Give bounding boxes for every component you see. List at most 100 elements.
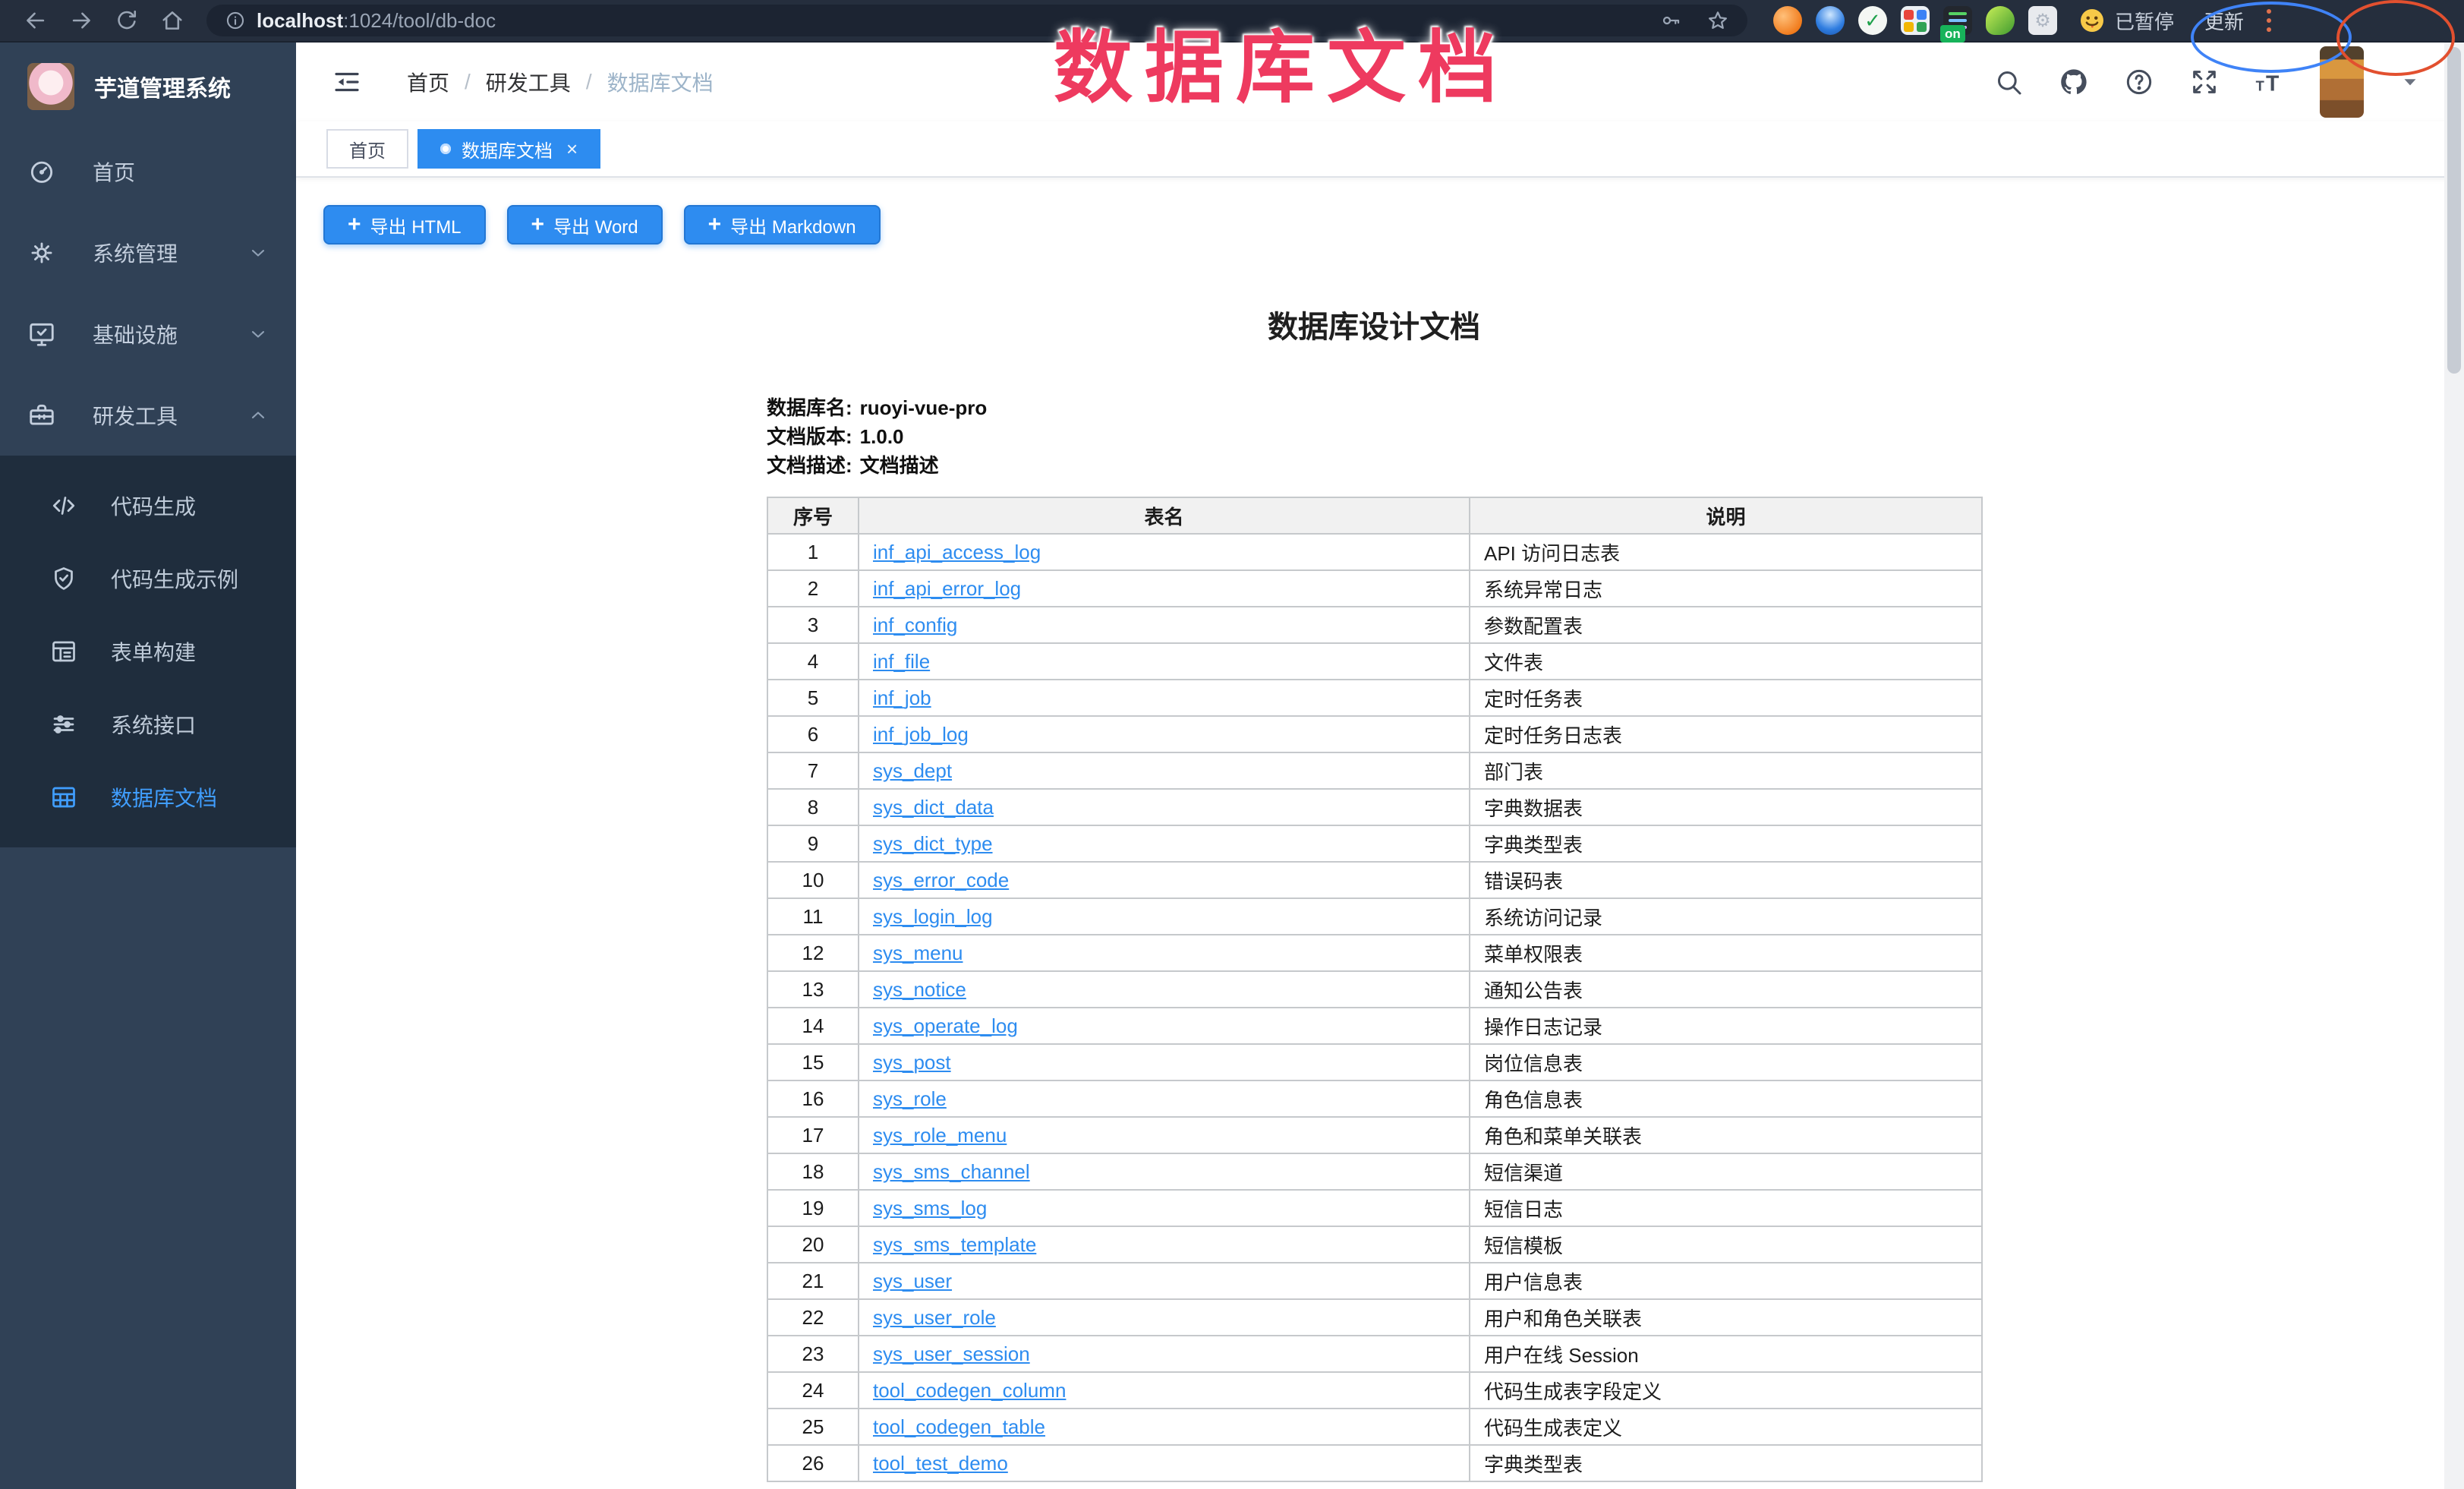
sidebar-item-api[interactable]: 系统接口 <box>0 688 296 761</box>
app-logo[interactable]: 芋道管理系统 <box>0 43 296 131</box>
table-row: 24 tool_codegen_column 代码生成表字段定义 <box>767 1372 1982 1409</box>
export-word-button[interactable]: + 导出 Word <box>507 205 663 244</box>
table-name-link[interactable]: sys_user_role <box>873 1306 996 1329</box>
sidebar-item-codegen-example[interactable]: 代码生成示例 <box>0 542 296 615</box>
table-name-link[interactable]: inf_api_error_log <box>873 577 1021 600</box>
url-text[interactable]: localhost:1024/tool/db-doc <box>257 9 496 33</box>
table-name-link[interactable]: sys_dict_type <box>873 832 993 855</box>
doc-desc-value: 文档描述 <box>860 454 939 477</box>
table-row: 4 inf_file 文件表 <box>767 643 1982 680</box>
export-markdown-label: 导出 Markdown <box>730 212 855 238</box>
password-key-icon[interactable] <box>1659 9 1682 32</box>
table-name-link[interactable]: sys_dept <box>873 759 952 782</box>
row-description: 短信渠道 <box>1470 1153 1982 1190</box>
sidebar-item-form-builder[interactable]: 表单构建 <box>0 615 296 688</box>
page-scrollbar[interactable] <box>2444 43 2464 1489</box>
table-name-link[interactable]: sys_role_menu <box>873 1124 1007 1147</box>
table-name-link[interactable]: sys_dict_data <box>873 796 994 819</box>
table-name-link[interactable]: tool_test_demo <box>873 1452 1008 1475</box>
row-description: 部门表 <box>1470 752 1982 789</box>
scrollbar-thumb[interactable] <box>2447 47 2461 374</box>
sidebar-item-devtools[interactable]: 研发工具 <box>0 374 296 456</box>
annotation-overlay-text: 数据库文档 <box>1054 3 1509 118</box>
orange-extension-icon[interactable] <box>1773 6 1802 35</box>
table-name-link[interactable]: sys_operate_log <box>873 1014 1018 1037</box>
row-description: 代码生成表字段定义 <box>1470 1372 1982 1409</box>
document-meta: 数据库名:ruoyi-vue-pro 文档版本:1.0.0 文档描述:文档描述 <box>767 393 1981 480</box>
row-table-name: sys_user_role <box>859 1299 1470 1336</box>
table-name-link[interactable]: tool_codegen_table <box>873 1415 1045 1438</box>
sidebar-item-home[interactable]: 首页 <box>0 131 296 212</box>
leaf-extension-icon[interactable] <box>1986 6 2015 35</box>
row-index: 4 <box>767 643 859 680</box>
bookmark-star-icon[interactable] <box>1706 9 1729 32</box>
sidebar-subitem-label: 表单构建 <box>111 636 196 667</box>
github-icon[interactable] <box>2059 67 2089 97</box>
table-name-link[interactable]: sys_sms_log <box>873 1197 987 1219</box>
table-name-link[interactable]: inf_config <box>873 614 957 636</box>
table-name-link[interactable]: sys_user_session <box>873 1342 1030 1365</box>
doc-version-value: 1.0.0 <box>860 425 904 448</box>
table-name-link[interactable]: sys_error_code <box>873 869 1009 891</box>
table-name-link[interactable]: sys_menu <box>873 942 963 964</box>
sidebar-fold-icon[interactable] <box>331 66 363 98</box>
pin-extension-icon[interactable] <box>1816 6 1845 35</box>
help-icon[interactable] <box>2124 67 2154 97</box>
sidebar-item-db-doc[interactable]: 数据库文档 <box>0 761 296 834</box>
breadcrumb-home[interactable]: 首页 <box>407 67 449 97</box>
table-name-link[interactable]: inf_api_access_log <box>873 541 1041 563</box>
table-row: 23 sys_user_session 用户在线 Session <box>767 1336 1982 1372</box>
sidebar-item-system[interactable]: 系统管理 <box>0 212 296 293</box>
table-name-link[interactable]: sys_sms_template <box>873 1233 1036 1256</box>
home-icon[interactable] <box>159 8 185 33</box>
table-row: 13 sys_notice 通知公告表 <box>767 971 1982 1008</box>
table-name-link[interactable]: sys_sms_channel <box>873 1160 1030 1183</box>
fullscreen-icon[interactable] <box>2189 67 2220 97</box>
tab-home[interactable]: 首页 <box>326 129 408 169</box>
row-table-name: inf_file <box>859 643 1470 680</box>
row-table-name: inf_api_access_log <box>859 534 1470 570</box>
breadcrumb-current: 数据库文档 <box>607 67 714 97</box>
table-name-link[interactable]: inf_job_log <box>873 723 969 746</box>
export-html-button[interactable]: + 导出 HTML <box>323 205 486 244</box>
table-name-link[interactable]: sys_notice <box>873 978 966 1001</box>
sidebar-item-label: 首页 <box>93 156 135 187</box>
site-info-icon[interactable] <box>225 10 246 31</box>
tab-db-doc[interactable]: 数据库文档 × <box>417 129 600 169</box>
plus-icon: + <box>531 213 545 236</box>
row-description: 错误码表 <box>1470 862 1982 898</box>
sidebar-item-infra[interactable]: 基础设施 <box>0 293 296 374</box>
address-bar[interactable]: localhost:1024/tool/db-doc <box>206 5 1747 36</box>
row-table-name: sys_dict_type <box>859 825 1470 862</box>
table-row: 2 inf_api_error_log 系统异常日志 <box>767 570 1982 607</box>
back-icon[interactable] <box>23 8 49 33</box>
breadcrumb-devtools[interactable]: 研发工具 <box>486 67 571 97</box>
sidebar-subitem-label: 代码生成示例 <box>111 563 238 594</box>
table-name-link[interactable]: sys_login_log <box>873 905 993 928</box>
table-name-link[interactable]: sys_post <box>873 1051 951 1074</box>
table-name-link[interactable]: sys_role <box>873 1087 947 1110</box>
puzzle-extension-icon[interactable]: ⚙ <box>2028 6 2057 35</box>
close-icon[interactable]: × <box>566 139 578 159</box>
table-name-link[interactable]: sys_user <box>873 1270 952 1292</box>
paused-extension-chip[interactable]: 已暂停 <box>2078 7 2174 35</box>
table-name-link[interactable]: inf_job <box>873 686 931 709</box>
forward-icon[interactable] <box>68 8 94 33</box>
tab-label: 数据库文档 <box>462 136 553 162</box>
reload-icon[interactable] <box>114 8 140 33</box>
devtools-submenu: 代码生成 代码生成示例 表单构建 系统接口 数据库文档 <box>0 456 296 847</box>
row-description: 菜单权限表 <box>1470 935 1982 971</box>
sidebar-item-codegen[interactable]: 代码生成 <box>0 469 296 542</box>
app-title: 芋道管理系统 <box>94 70 231 103</box>
row-table-name: sys_menu <box>859 935 1470 971</box>
grid-extension-icon[interactable] <box>1901 6 1930 35</box>
check-extension-icon[interactable]: ✓ <box>1858 6 1887 35</box>
search-icon[interactable] <box>1993 67 2024 97</box>
dark-extension-icon[interactable]: on <box>1943 6 1972 35</box>
shield-check-icon <box>50 565 77 592</box>
table-name-link[interactable]: tool_codegen_column <box>873 1379 1066 1402</box>
breadcrumb-separator: / <box>586 70 592 94</box>
export-markdown-button[interactable]: + 导出 Markdown <box>684 205 881 244</box>
row-description: 角色信息表 <box>1470 1080 1982 1117</box>
table-name-link[interactable]: inf_file <box>873 650 930 673</box>
